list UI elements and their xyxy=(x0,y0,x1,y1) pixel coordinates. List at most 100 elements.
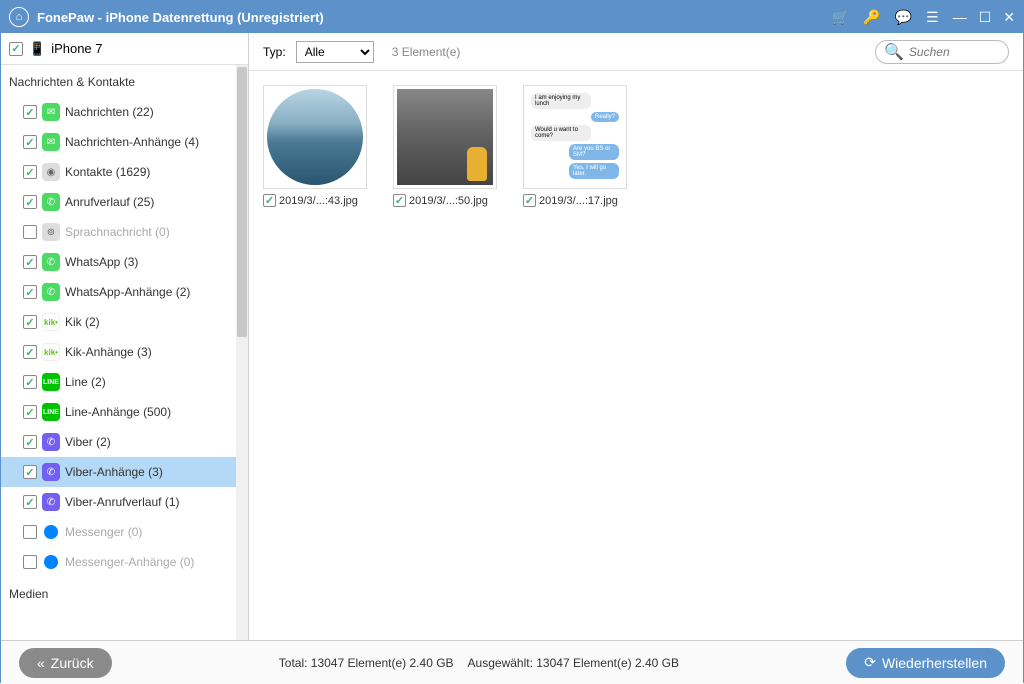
sidebar-item[interactable]: ✆ Anrufverlauf (25) xyxy=(1,187,248,217)
item-label: Messenger (0) xyxy=(65,525,142,539)
key-icon[interactable]: 🔑 xyxy=(863,9,880,26)
item-label: Messenger-Anhänge (0) xyxy=(65,555,194,569)
item-label: Line-Anhänge (500) xyxy=(65,405,171,419)
sidebar-item[interactable]: ✆ WhatsApp (3) xyxy=(1,247,248,277)
item-label: Sprachnachricht (0) xyxy=(65,225,170,239)
search-box[interactable]: 🔍 xyxy=(875,40,1009,64)
device-checkbox[interactable] xyxy=(9,42,23,56)
titlebar: ⌂ FonePaw - iPhone Datenrettung (Unregis… xyxy=(1,1,1023,33)
chat-icon[interactable]: 💬 xyxy=(895,9,912,26)
item-checkbox[interactable] xyxy=(23,525,37,539)
viber-icon: ✆ xyxy=(42,463,60,481)
sidebar-item[interactable]: ✉Nachrichten-Anhänge (4) xyxy=(1,127,248,157)
kik-icon: kik• xyxy=(42,343,60,361)
item-checkbox[interactable] xyxy=(23,345,37,359)
thumbnail-item[interactable]: 2019/3/...:43.jpg xyxy=(263,85,369,207)
titlebar-actions: 🛒 🔑 💬 ☰ xyxy=(832,9,939,26)
kik-icon: kik• xyxy=(42,313,60,331)
thumbnail-image[interactable] xyxy=(263,85,367,189)
device-row[interactable]: 📱 iPhone 7 xyxy=(1,33,248,65)
item-label: Nachrichten-Anhänge (4) xyxy=(65,135,199,149)
item-checkbox[interactable] xyxy=(23,255,37,269)
line-icon: LINE xyxy=(42,373,60,391)
thumb-checkbox[interactable] xyxy=(393,194,406,207)
msg-icon xyxy=(42,523,60,541)
close-icon[interactable]: ✕ xyxy=(1003,9,1015,26)
item-label: Nachrichten (22) xyxy=(65,105,154,119)
phone-icon: 📱 xyxy=(29,41,45,57)
sidebar: 📱 iPhone 7 Nachrichten & Kontakte ✉Nachr… xyxy=(1,33,249,640)
window-controls: — ☐ ✕ xyxy=(953,9,1015,26)
type-label: Typ: xyxy=(263,45,286,59)
item-checkbox[interactable] xyxy=(23,105,37,119)
recover-label: Wiederherstellen xyxy=(882,655,987,671)
sidebar-item[interactable]: ✆ Viber-Anrufverlauf (1) xyxy=(1,487,248,517)
thumbnail-image[interactable]: I am enjoying my lunch Really? Would u w… xyxy=(523,85,627,189)
item-checkbox[interactable] xyxy=(23,195,37,209)
thumb-checkbox[interactable] xyxy=(523,194,536,207)
footer: « Zurück Total: 13047 Element(e) 2.40 GB… xyxy=(1,640,1023,684)
feedback-icon[interactable]: ☰ xyxy=(926,9,939,26)
sidebar-item[interactable]: ✆Viber-Anhänge (3) xyxy=(1,457,248,487)
sidebar-item[interactable]: ✆WhatsApp-Anhänge (2) xyxy=(1,277,248,307)
thumbnail-grid: 2019/3/...:43.jpg 2019/3/...:50.jpg I am… xyxy=(249,71,1023,640)
app-title: FonePaw - iPhone Datenrettung (Unregistr… xyxy=(37,10,832,25)
sidebar-item[interactable]: kik• Kik-Anhänge (3) xyxy=(1,337,248,367)
phone-icon: ✆ xyxy=(42,193,60,211)
item-checkbox[interactable] xyxy=(23,135,37,149)
green-icon: ✉ xyxy=(42,103,60,121)
selected-stat: Ausgewählt: 13047 Element(e) 2.40 GB xyxy=(468,656,679,670)
item-label: Kik (2) xyxy=(65,315,100,329)
scrollbar-thumb[interactable] xyxy=(237,67,247,337)
sidebar-scroll[interactable]: Nachrichten & Kontakte ✉Nachrichten (22)… xyxy=(1,65,248,640)
grey-icon: ⊚ xyxy=(42,223,60,241)
sidebar-item[interactable]: LINE Line (2) xyxy=(1,367,248,397)
item-checkbox[interactable] xyxy=(23,495,37,509)
item-checkbox[interactable] xyxy=(23,465,37,479)
item-label: Kik-Anhänge (3) xyxy=(65,345,152,359)
sidebar-item[interactable]: ⊚ Sprachnachricht (0) xyxy=(1,217,248,247)
minimize-icon[interactable]: — xyxy=(953,9,967,26)
item-label: Kontakte (1629) xyxy=(65,165,150,179)
sidebar-item[interactable]: ✉ Nachrichten (22) xyxy=(1,97,248,127)
item-label: Line (2) xyxy=(65,375,106,389)
thumb-checkbox[interactable] xyxy=(263,194,276,207)
sidebar-item[interactable]: ✆Viber (2) xyxy=(1,427,248,457)
back-chevrons-icon: « xyxy=(37,655,45,671)
green-icon: ✆ xyxy=(42,253,60,271)
content-toolbar: Typ: Alle 3 Element(e) 🔍 xyxy=(249,33,1023,71)
thumbnail-image[interactable] xyxy=(393,85,497,189)
maximize-icon[interactable]: ☐ xyxy=(979,9,992,26)
item-checkbox[interactable] xyxy=(23,315,37,329)
thumb-filename: 2019/3/...:43.jpg xyxy=(279,195,358,207)
sidebar-item[interactable]: LINELine-Anhänge (500) xyxy=(1,397,248,427)
total-stat: Total: 13047 Element(e) 2.40 GB xyxy=(279,656,454,670)
sidebar-item[interactable]: ◉Kontakte (1629) xyxy=(1,157,248,187)
cart-icon[interactable]: 🛒 xyxy=(832,9,849,26)
thumbnail-item[interactable]: 2019/3/...:50.jpg xyxy=(393,85,499,207)
item-checkbox[interactable] xyxy=(23,165,37,179)
item-label: Anrufverlauf (25) xyxy=(65,195,154,209)
item-checkbox[interactable] xyxy=(23,375,37,389)
home-icon[interactable]: ⌂ xyxy=(9,7,29,27)
recover-button[interactable]: ⟳ Wiederherstellen xyxy=(846,648,1005,678)
item-checkbox[interactable] xyxy=(23,405,37,419)
item-checkbox[interactable] xyxy=(23,225,37,239)
item-checkbox[interactable] xyxy=(23,285,37,299)
device-name: iPhone 7 xyxy=(51,41,102,56)
footer-stats: Total: 13047 Element(e) 2.40 GB Ausgewäh… xyxy=(112,656,847,670)
type-select[interactable]: Alle xyxy=(296,41,374,63)
item-checkbox[interactable] xyxy=(23,555,37,569)
sidebar-item[interactable]: Messenger (0) xyxy=(1,517,248,547)
search-input[interactable] xyxy=(909,45,1000,59)
item-checkbox[interactable] xyxy=(23,435,37,449)
item-label: WhatsApp (3) xyxy=(65,255,138,269)
sidebar-item[interactable]: kik• Kik (2) xyxy=(1,307,248,337)
scrollbar-track[interactable] xyxy=(236,65,248,640)
back-button[interactable]: « Zurück xyxy=(19,648,112,678)
sidebar-item[interactable]: Messenger-Anhänge (0) xyxy=(1,547,248,577)
item-label: Viber-Anrufverlauf (1) xyxy=(65,495,180,509)
thumbnail-item[interactable]: I am enjoying my lunch Really? Would u w… xyxy=(523,85,629,207)
green-icon: ✆ xyxy=(42,283,60,301)
viber-icon: ✆ xyxy=(42,493,60,511)
